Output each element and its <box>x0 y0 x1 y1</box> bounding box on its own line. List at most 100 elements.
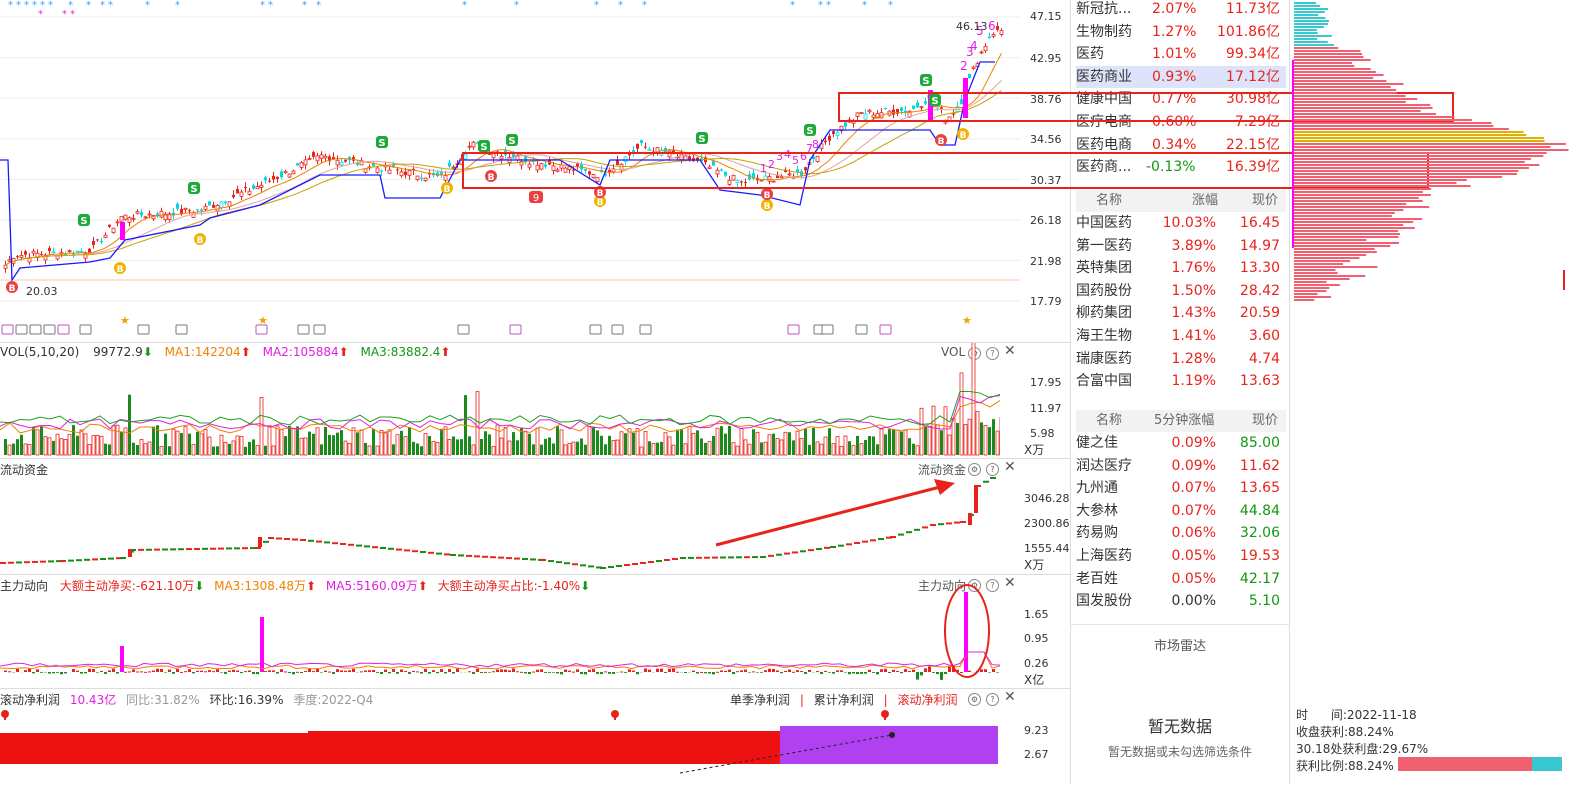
table-row[interactable]: 第一医药3.89%14.97 <box>1076 235 1286 258</box>
main-force-bar <box>468 671 471 672</box>
high-price-label: 46.13 <box>956 20 988 33</box>
candle <box>972 67 975 68</box>
close-icon[interactable]: ✕ <box>1004 689 1016 705</box>
main-force-panel[interactable]: 主力动向 大额主动净买:-621.10万⬇ MA3:1308.48万⬆ MA5:… <box>0 574 1070 689</box>
sector-row[interactable]: 生物制药1.27%101.86亿 <box>1076 21 1286 44</box>
volume-bar <box>984 425 987 455</box>
volume-bar <box>792 440 795 455</box>
star-marker: * <box>62 9 67 20</box>
main-force-bar <box>72 669 75 672</box>
star-marker: * <box>145 0 150 11</box>
volume-bar <box>996 431 999 455</box>
table-row[interactable]: 海王生物1.41%3.60 <box>1076 325 1286 348</box>
volume-bar <box>252 439 255 455</box>
table-row[interactable]: 瑞康医药1.28%4.74 <box>1076 348 1286 371</box>
vol-tick: 11.97 <box>1030 402 1062 415</box>
volume-bar <box>964 424 967 455</box>
candle <box>288 174 291 177</box>
main-force-bar <box>16 669 19 672</box>
main-force-bar <box>360 671 363 672</box>
star-marker: * <box>462 0 467 11</box>
flow-segment <box>672 558 678 560</box>
chip-bar <box>1294 11 1325 13</box>
main-force-bar <box>628 669 631 672</box>
chip-bar <box>1294 245 1390 247</box>
main-force-bar <box>252 672 255 674</box>
candle <box>40 254 43 255</box>
volume-bar <box>292 429 295 455</box>
candle <box>256 187 259 189</box>
volume-bar <box>188 434 191 455</box>
chip-bar <box>1294 26 1324 28</box>
table-row[interactable]: 中国医药10.03%16.45 <box>1076 212 1286 235</box>
main-force-bar <box>436 672 439 673</box>
main-force-bar <box>472 672 475 674</box>
flow-segment <box>218 548 224 550</box>
buy-signal-letter: B <box>764 191 771 201</box>
annotation-arrow-line <box>716 487 940 545</box>
sector-row[interactable]: 医药1.01%99.34亿 <box>1076 43 1286 66</box>
volume-bar <box>624 433 627 455</box>
main-force-bar <box>748 672 751 673</box>
close-icon[interactable]: ✕ <box>1004 343 1016 359</box>
flow-segment <box>178 548 184 550</box>
sector-row-selected[interactable]: 医药商业0.93%17.12亿 <box>1076 66 1286 89</box>
table-row[interactable]: 润达医疗0.09%11.62 <box>1076 455 1286 478</box>
sector-row[interactable]: 新冠抗...2.07%11.73亿 <box>1076 0 1286 21</box>
table-row[interactable]: 大参林0.07%44.84 <box>1076 500 1286 523</box>
price-tick: 17.79 <box>1030 295 1062 308</box>
table-row[interactable]: 英特集团1.76%13.30 <box>1076 257 1286 280</box>
table-row[interactable]: 上海医药0.05%19.53 <box>1076 545 1286 568</box>
main-force-bar <box>916 672 919 680</box>
volume-bar <box>772 434 775 455</box>
main-force-bar <box>744 670 747 672</box>
event-icon <box>510 325 521 334</box>
close-icon[interactable]: ✕ <box>1004 575 1016 591</box>
candle <box>648 149 651 151</box>
flow-segment <box>146 549 152 551</box>
table-row[interactable]: 国发股份0.00%5.10 <box>1076 590 1286 613</box>
chip-bar <box>1294 80 1386 82</box>
chip-bar <box>1294 185 1471 187</box>
table-row[interactable]: 合富中国1.19%13.63 <box>1076 370 1286 393</box>
volume-bar <box>220 435 223 455</box>
flow-panel[interactable]: 流动资金 流动资金 ⚙ ? ✕ 3046.28 2300.86 1555.44 … <box>0 458 1070 575</box>
star-marker: * <box>260 0 265 11</box>
table-row[interactable]: 药易购0.06%32.06 <box>1076 522 1286 545</box>
volume-bar <box>600 436 603 455</box>
table-row[interactable]: 柳药集团1.43%20.59 <box>1076 302 1286 325</box>
chip-bar <box>1294 281 1327 283</box>
mf-unit: X亿 <box>1024 671 1044 688</box>
chip-bar <box>1294 230 1398 232</box>
profit-panel[interactable]: 滚动净利润 10.43亿 同比:31.82% 环比:16.39% 季度:2022… <box>0 688 1070 785</box>
table-row[interactable]: 九州通0.07%13.65 <box>1076 477 1286 500</box>
main-force-bar <box>624 672 627 673</box>
main-force-bar <box>676 672 679 673</box>
close-icon[interactable]: ✕ <box>1004 459 1016 475</box>
chip-bar <box>1294 2 1316 4</box>
table-row[interactable]: 国药股份1.50%28.42 <box>1076 280 1286 303</box>
chip-bar <box>1294 74 1384 76</box>
main-force-bar <box>768 669 771 672</box>
volume-bar <box>68 434 71 455</box>
main-force-bar <box>636 672 639 674</box>
table-row[interactable]: 老百姓0.05%42.17 <box>1076 568 1286 591</box>
volume-bar <box>804 429 807 455</box>
volume-bar <box>348 443 351 455</box>
volume-bar <box>668 437 671 455</box>
chip-ratio-bar <box>1398 757 1532 771</box>
chip-bar <box>1294 182 1457 184</box>
flow-segment <box>68 560 74 562</box>
flow-segment <box>760 556 766 558</box>
table-row[interactable]: 健之佳0.09%85.00 <box>1076 432 1286 455</box>
vol-panel[interactable]: VOL(5,10,20) 99772.9⬇ MA1:142204⬆ MA2:10… <box>0 342 1070 459</box>
volume-bar <box>312 434 315 455</box>
flow-segment <box>906 531 912 533</box>
main-force-bar <box>520 672 523 673</box>
candle <box>248 191 251 194</box>
volume-bar <box>756 432 759 455</box>
chip-bar <box>1294 170 1518 172</box>
event-icon <box>458 325 469 334</box>
main-force-bar <box>180 672 183 673</box>
flow-segment <box>388 548 394 550</box>
